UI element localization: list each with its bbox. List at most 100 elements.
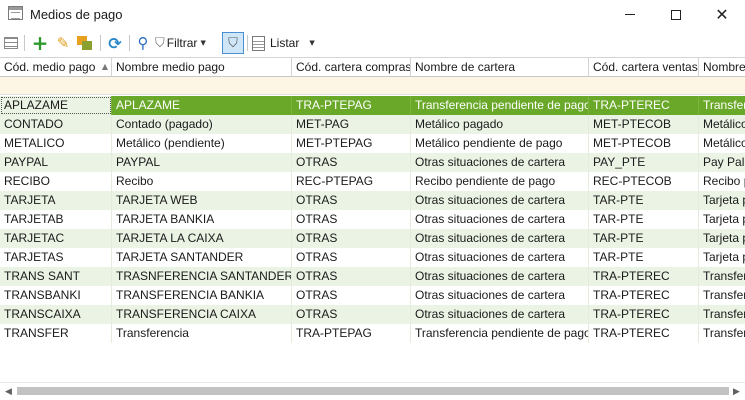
sales-portfolio-code-cell[interactable]: TRA-PTEREC	[589, 96, 699, 115]
chevron-down-icon[interactable]: ▼	[309, 39, 314, 47]
purchases-portfolio-code-cell[interactable]: TRA-PTEPAG	[292, 96, 411, 115]
sales-portfolio-code-cell[interactable]: TRA-PTEREC	[589, 267, 699, 286]
purchases-portfolio-code-cell[interactable]: MET-PTEPAG	[292, 134, 411, 153]
portfolio-name-cell[interactable]: Transferencia pendiente de pago	[411, 324, 589, 343]
table-row[interactable]: METALICO Metálico (pendiente) MET-PTEPAG Me…	[0, 134, 745, 153]
portfolio-name-cell[interactable]: Otras situaciones de cartera	[411, 191, 589, 210]
portfolio-name-cell[interactable]: Otras situaciones de cartera	[411, 305, 589, 324]
sales-portfolio-code-cell[interactable]: PAY_PTE	[589, 153, 699, 172]
table-row[interactable]: RECIBO Recibo REC-PTEPAG Recibo pendiente d…	[0, 172, 745, 191]
payment-name-cell[interactable]: TARJETA WEB	[112, 191, 292, 210]
copy-button[interactable]	[76, 33, 94, 53]
table-row[interactable]: TRANSCAIXA TRANSFERENCIA CAIXA OTRAS Otras …	[0, 305, 745, 324]
payment-name-cell[interactable]: PAYPAL	[112, 153, 292, 172]
payment-code-cell[interactable]: CONTADO	[0, 115, 112, 134]
horizontal-scrollbar[interactable]: ◀ ▶	[0, 382, 745, 399]
payment-name-cell[interactable]: Contado (pagado)	[112, 115, 292, 134]
sales-portfolio-name-cell[interactable]: Metálico	[699, 134, 745, 153]
payment-code-cell[interactable]: TRANS SANT	[0, 267, 112, 286]
column-header-purchases-portfolio-code[interactable]: Cód. cartera compras	[292, 58, 411, 77]
sales-portfolio-code-cell[interactable]: TAR-PTE	[589, 229, 699, 248]
portfolio-name-cell[interactable]: Otras situaciones de cartera	[411, 153, 589, 172]
column-header-payment-code[interactable]: Cód. medio pago ▲	[0, 58, 112, 77]
sales-portfolio-name-cell[interactable]: Pay Pal p	[699, 153, 745, 172]
sales-portfolio-code-cell[interactable]: TAR-PTE	[589, 191, 699, 210]
payment-code-cell[interactable]: TARJETAS	[0, 248, 112, 267]
table-row[interactable]: TARJETAS TARJETA SANTANDER OTRAS Otras situ…	[0, 248, 745, 267]
sales-portfolio-name-cell[interactable]: Recibo p	[699, 172, 745, 191]
portfolio-name-cell[interactable]: Otras situaciones de cartera	[411, 286, 589, 305]
chevron-down-icon[interactable]: ▼	[200, 39, 205, 47]
payment-code-cell[interactable]: RECIBO	[0, 172, 112, 191]
portfolio-name-cell[interactable]: Metálico pagado	[411, 115, 589, 134]
column-header-portfolio-name[interactable]: Nombre de cartera	[411, 58, 589, 77]
payment-code-cell[interactable]: TARJETA	[0, 191, 112, 210]
scrollbar-thumb[interactable]	[17, 387, 729, 395]
portfolio-name-cell[interactable]: Otras situaciones de cartera	[411, 210, 589, 229]
payment-name-cell[interactable]: Recibo	[112, 172, 292, 191]
table-row[interactable]: TRANSBANKI TRANSFERENCIA BANKIA OTRAS Otras…	[0, 286, 745, 305]
sales-portfolio-name-cell[interactable]: Transfer	[699, 286, 745, 305]
sales-portfolio-name-cell[interactable]: Transfer	[699, 267, 745, 286]
maximize-button[interactable]	[653, 0, 699, 29]
sales-portfolio-name-cell[interactable]: Tarjeta p	[699, 248, 745, 267]
payment-code-cell[interactable]: TARJETAC	[0, 229, 112, 248]
portfolio-name-cell[interactable]: Otras situaciones de cartera	[411, 248, 589, 267]
payment-name-cell[interactable]: TARJETA LA CAIXA	[112, 229, 292, 248]
payment-name-cell[interactable]: TARJETA BANKIA	[112, 210, 292, 229]
purchases-portfolio-code-cell[interactable]: OTRAS	[292, 267, 411, 286]
payment-code-cell[interactable]: PAYPAL	[0, 153, 112, 172]
sales-portfolio-name-cell[interactable]: Tarjeta p	[699, 210, 745, 229]
table-row[interactable]: CONTADO Contado (pagado) MET-PAG Metálico p…	[0, 115, 745, 134]
purchases-portfolio-code-cell[interactable]: REC-PTEPAG	[292, 172, 411, 191]
print-list-button[interactable]: Listar ▼	[252, 33, 322, 53]
search-button[interactable]: ⚲	[134, 33, 152, 53]
payment-code-cell[interactable]: TRANSCAIXA	[0, 305, 112, 324]
sales-portfolio-code-cell[interactable]: TRA-PTEREC	[589, 305, 699, 324]
sales-portfolio-name-cell[interactable]: Transfer	[699, 324, 745, 343]
sales-portfolio-code-cell[interactable]: TRA-PTEREC	[589, 324, 699, 343]
portfolio-name-cell[interactable]: Metálico pendiente de pago	[411, 134, 589, 153]
table-row[interactable]: TARJETAB TARJETA BANKIA OTRAS Otras situaci…	[0, 210, 745, 229]
purchases-portfolio-code-cell[interactable]: MET-PAG	[292, 115, 411, 134]
close-button[interactable]: ✕	[699, 0, 745, 29]
sales-portfolio-name-cell[interactable]: Tarjeta p	[699, 229, 745, 248]
filter-row[interactable]	[0, 77, 745, 95]
payment-name-cell[interactable]: APLAZAME	[112, 96, 292, 115]
payment-code-cell[interactable]: TRANSFER	[0, 324, 112, 343]
column-header-sales-portfolio-code[interactable]: Cód. cartera ventas	[589, 58, 699, 77]
sales-portfolio-code-cell[interactable]: MET-PTECOB	[589, 134, 699, 153]
purchases-portfolio-code-cell[interactable]: OTRAS	[292, 286, 411, 305]
payment-name-cell[interactable]: TRANSFERENCIA BANKIA	[112, 286, 292, 305]
payment-name-cell[interactable]: Metálico (pendiente)	[112, 134, 292, 153]
sales-portfolio-code-cell[interactable]: TRA-PTEREC	[589, 286, 699, 305]
portfolio-name-cell[interactable]: Transferencia pendiente de pago	[411, 96, 589, 115]
payment-name-cell[interactable]: Transferencia	[112, 324, 292, 343]
portfolio-name-cell[interactable]: Otras situaciones de cartera	[411, 267, 589, 286]
table-row[interactable]: TRANS SANT TRASNFERENCIA SANTANDER OTRAS Ot…	[0, 267, 745, 286]
table-row[interactable]: TRANSFER Transferencia TRA-PTEPAG Transfere…	[0, 324, 745, 343]
minimize-button[interactable]	[607, 0, 653, 29]
purchases-portfolio-code-cell[interactable]: OTRAS	[292, 305, 411, 324]
quick-filter-toggle[interactable]: ⛉	[222, 32, 244, 54]
add-button[interactable]: +	[31, 31, 49, 55]
purchases-portfolio-code-cell[interactable]: OTRAS	[292, 210, 411, 229]
sales-portfolio-code-cell[interactable]: MET-PTECOB	[589, 115, 699, 134]
purchases-portfolio-code-cell[interactable]: OTRAS	[292, 153, 411, 172]
payment-code-cell[interactable]: METALICO	[0, 134, 112, 153]
payment-name-cell[interactable]: TRANSFERENCIA CAIXA	[112, 305, 292, 324]
purchases-portfolio-code-cell[interactable]: OTRAS	[292, 248, 411, 267]
payment-code-cell[interactable]: TRANSBANKI	[0, 286, 112, 305]
payment-name-cell[interactable]: TARJETA SANTANDER	[112, 248, 292, 267]
sales-portfolio-name-cell[interactable]: Metálico	[699, 115, 745, 134]
filter-button[interactable]: ⛉ Filtrar ▼	[155, 33, 221, 53]
list-view-button[interactable]	[3, 33, 19, 53]
table-row[interactable]: TARJETA TARJETA WEB OTRAS Otras situaciones…	[0, 191, 745, 210]
column-header-sales-portfolio-name[interactable]: Nombre	[699, 58, 745, 77]
edit-button[interactable]: ✎	[54, 33, 72, 53]
sales-portfolio-name-cell[interactable]: Tarjeta p	[699, 191, 745, 210]
scrollbar-track[interactable]	[17, 383, 729, 400]
sales-portfolio-code-cell[interactable]: REC-PTECOB	[589, 172, 699, 191]
scroll-left-button[interactable]: ◀	[0, 383, 17, 400]
portfolio-name-cell[interactable]: Otras situaciones de cartera	[411, 229, 589, 248]
